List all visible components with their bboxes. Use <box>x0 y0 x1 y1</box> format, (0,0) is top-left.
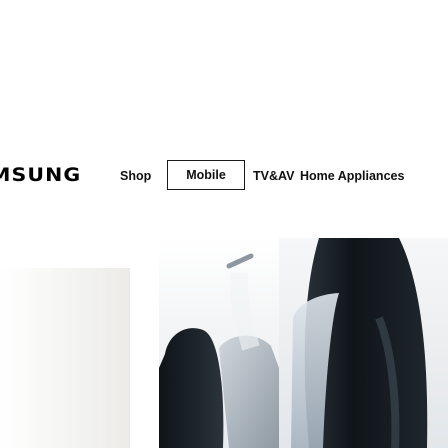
nav-item-mobile-label: Mobile <box>186 168 226 182</box>
phone-right-image <box>279 238 448 448</box>
top-navigation: MSUNG Shop Mobile TV&AV Home Appliances <box>0 156 448 196</box>
phone-left-image <box>159 238 279 448</box>
phone-right-graphic <box>291 238 428 448</box>
brand-logo[interactable]: MSUNG <box>0 164 81 186</box>
nav-item-tv-av[interactable]: TV&AV <box>253 169 294 183</box>
banner-background <box>0 268 130 448</box>
nav-item-mobile[interactable]: Mobile <box>167 160 245 190</box>
nav-item-shop[interactable]: Shop <box>120 169 151 183</box>
phone-left-graphic <box>159 253 279 448</box>
hero-banner <box>0 238 448 448</box>
page: MSUNG Shop Mobile TV&AV Home Appliances <box>0 0 448 448</box>
nav-item-home-appliances[interactable]: Home Appliances <box>300 169 404 183</box>
